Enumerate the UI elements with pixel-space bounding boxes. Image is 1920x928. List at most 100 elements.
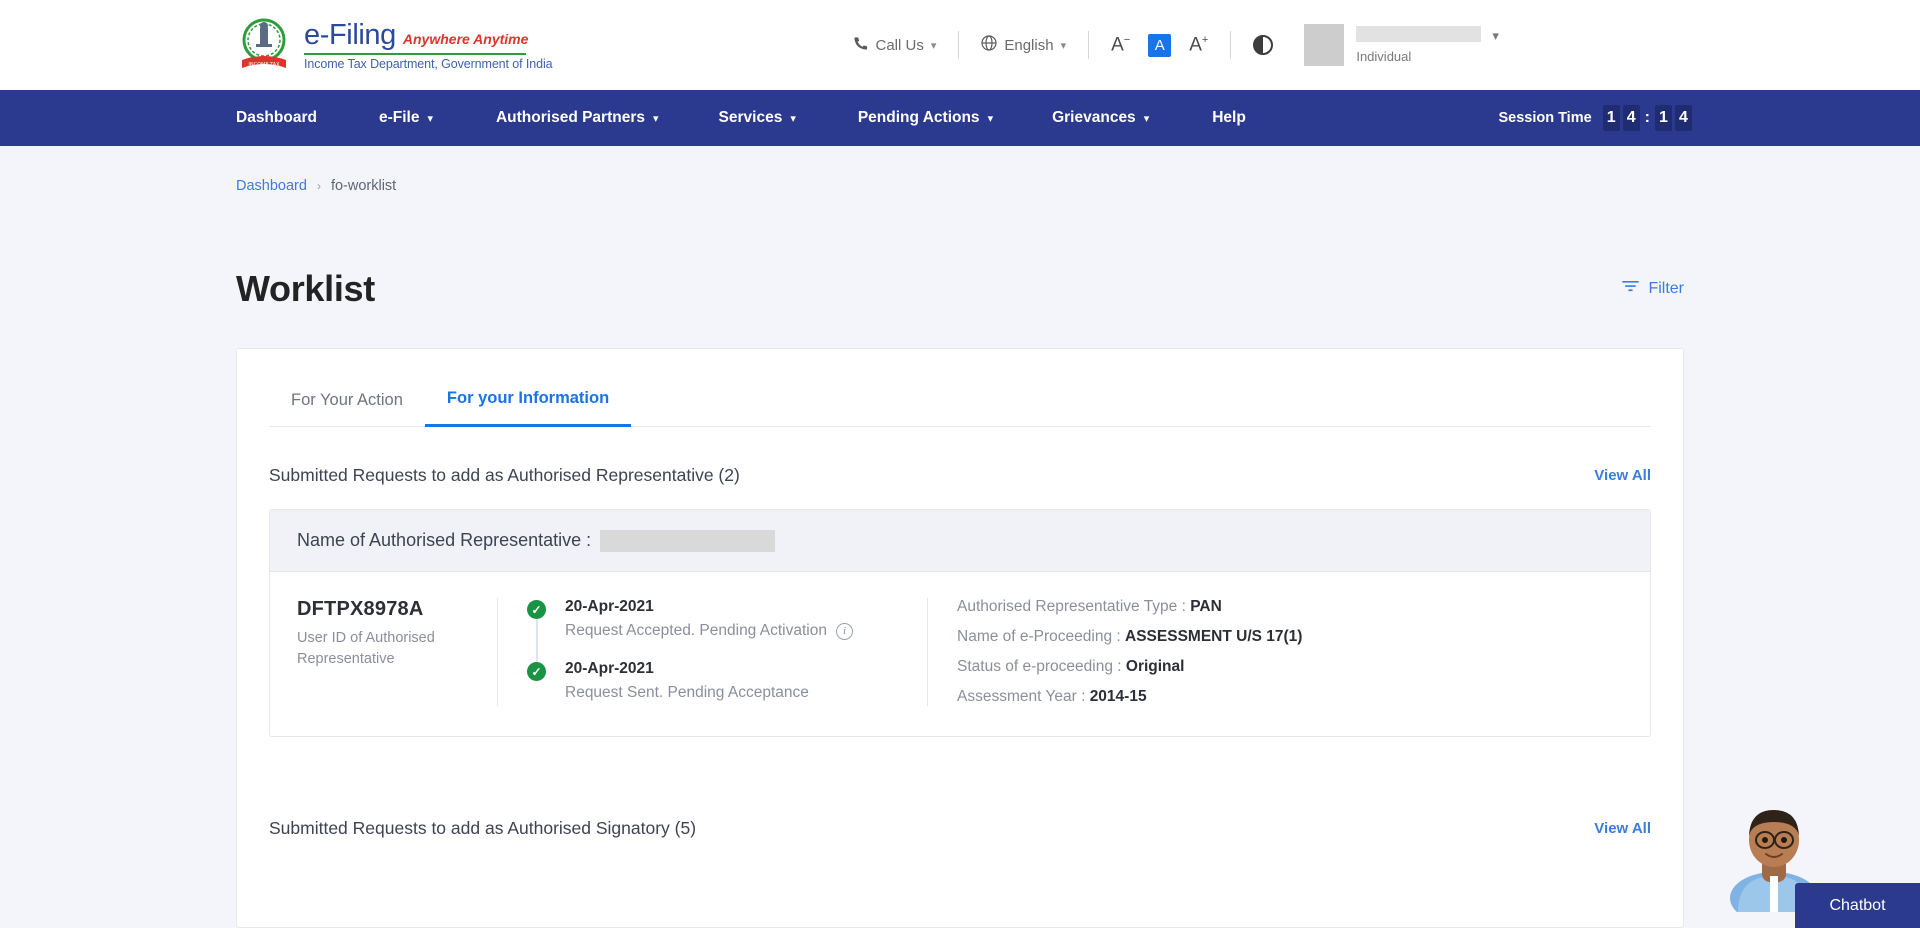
- contrast-toggle-icon[interactable]: [1253, 35, 1273, 55]
- user-profile-menu[interactable]: Individual ▾: [1304, 24, 1499, 66]
- detail-assessment-year: Assessment Year : 2014-15: [957, 688, 1623, 706]
- nav-item-grievances[interactable]: Grievances ▾: [1052, 109, 1149, 127]
- language-selector[interactable]: English ▾: [981, 35, 1066, 55]
- timeline-status-label: Request Accepted. Pending Activation: [565, 622, 827, 640]
- detail-eproceeding-status: Status of e-proceeding : Original: [957, 658, 1623, 676]
- info-icon[interactable]: i: [836, 623, 853, 640]
- nav-item-efile[interactable]: e-File ▾: [379, 109, 433, 127]
- avatar: [1304, 24, 1344, 66]
- timeline-item: ✓ 20-Apr-2021 Request Sent. Pending Acce…: [527, 660, 927, 702]
- timeline-item: ✓ 20-Apr-2021 Request Accepted. Pending …: [527, 598, 927, 640]
- call-us-label: Call Us: [875, 37, 923, 54]
- brand-text: e-Filing Anywhere Anytime Income Tax Dep…: [304, 19, 552, 71]
- user-id-column: DFTPX8978A User ID of Authorised Represe…: [297, 598, 497, 706]
- check-circle-icon: ✓: [527, 662, 546, 681]
- detail-value: 2014-15: [1090, 688, 1147, 705]
- detail-label: Authorised Representative Type :: [957, 598, 1186, 615]
- worklist-card: For Your Action For your Information Sub…: [236, 348, 1684, 928]
- font-normal-button[interactable]: A: [1148, 34, 1171, 57]
- nav-label: Services: [719, 109, 783, 127]
- view-all-representative[interactable]: View All: [1594, 467, 1651, 484]
- nav-item-dashboard[interactable]: Dashboard: [236, 109, 317, 127]
- request-card-header: Name of Authorised Representative :: [270, 510, 1650, 572]
- session-digits: 1 4 : 1 4: [1603, 105, 1692, 131]
- session-digit: 1: [1655, 105, 1672, 131]
- timeline-status-label: Request Sent. Pending Acceptance: [565, 684, 809, 702]
- session-digit: 4: [1675, 105, 1692, 131]
- filter-icon: [1622, 279, 1639, 299]
- chatbot-widget: Chatbot: [1724, 798, 1920, 928]
- timeline-date: 20-Apr-2021: [565, 598, 853, 616]
- status-timeline: ✓ 20-Apr-2021 Request Accepted. Pending …: [497, 598, 927, 706]
- worklist-tabs: For Your Action For your Information: [269, 349, 1651, 427]
- check-circle-icon: ✓: [527, 600, 546, 619]
- call-us-button[interactable]: Call Us ▾: [853, 36, 936, 55]
- page-title-row: Worklist Filter: [236, 268, 1684, 310]
- breadcrumb-home[interactable]: Dashboard: [236, 178, 307, 194]
- language-label: English: [1004, 37, 1053, 54]
- nav-item-services[interactable]: Services ▾: [719, 109, 796, 127]
- session-label: Session Time: [1498, 110, 1591, 126]
- breadcrumb-current: fo-worklist: [331, 178, 396, 194]
- filter-button[interactable]: Filter: [1622, 279, 1684, 299]
- user-id-value: DFTPX8978A: [297, 598, 481, 621]
- brand-divider: [304, 53, 526, 55]
- timeline-date: 20-Apr-2021: [565, 660, 809, 678]
- nav-label: Help: [1212, 109, 1246, 127]
- section-header-representative: Submitted Requests to add as Authorised …: [269, 427, 1651, 486]
- detail-value: ASSESSMENT U/S 17(1): [1125, 628, 1302, 645]
- nav-label: Grievances: [1052, 109, 1136, 127]
- filter-label: Filter: [1648, 280, 1684, 298]
- globe-icon: [981, 35, 997, 55]
- chevron-down-icon: ▾: [790, 112, 796, 125]
- chevron-down-icon: ▾: [1061, 39, 1067, 52]
- representative-name-redacted: [600, 530, 775, 552]
- section-title: Submitted Requests to add as Authorised …: [269, 465, 740, 486]
- chevron-down-icon: ▾: [427, 112, 433, 125]
- breadcrumb: Dashboard › fo-worklist: [236, 178, 396, 194]
- header-divider-1: [958, 31, 959, 59]
- chatbot-label: Chatbot: [1829, 897, 1885, 915]
- font-normal-label: A: [1155, 37, 1165, 54]
- chevron-down-icon: ▾: [1492, 28, 1499, 44]
- header-utilities: Call Us ▾ English ▾ A−: [853, 24, 1498, 66]
- top-header: INCOME TAX e-Filing Anywhere Anytime Inc…: [0, 0, 1920, 90]
- session-colon: :: [1645, 109, 1650, 127]
- phone-icon: [853, 36, 868, 55]
- font-decrease-label: A: [1111, 35, 1124, 56]
- font-decrease-button[interactable]: A−: [1111, 35, 1130, 54]
- nav-item-help[interactable]: Help: [1212, 109, 1246, 127]
- request-card-body: DFTPX8978A User ID of Authorised Represe…: [270, 572, 1650, 736]
- page-title: Worklist: [236, 268, 375, 310]
- representative-name-label: Name of Authorised Representative :: [297, 530, 591, 551]
- worklist-page: INCOME TAX e-Filing Anywhere Anytime Inc…: [0, 0, 1920, 928]
- svg-text:INCOME TAX: INCOME TAX: [248, 62, 280, 68]
- view-all-signatory[interactable]: View All: [1594, 820, 1651, 837]
- detail-label: Name of e-Proceeding :: [957, 628, 1121, 645]
- nav-items: Dashboard e-File ▾ Authorised Partners ▾…: [236, 109, 1246, 127]
- user-id-label: User ID of Authorised Representative: [297, 628, 481, 670]
- font-increase-button[interactable]: A+: [1189, 35, 1208, 54]
- section-title: Submitted Requests to add as Authorised …: [269, 818, 696, 839]
- breadcrumb-separator-icon: ›: [317, 179, 321, 193]
- session-digit: 1: [1603, 105, 1620, 131]
- tab-for-your-action[interactable]: For Your Action: [269, 391, 425, 426]
- site-logo[interactable]: INCOME TAX e-Filing Anywhere Anytime Inc…: [236, 16, 552, 74]
- nav-label: e-File: [379, 109, 419, 127]
- request-details-column: Authorised Representative Type : PAN Nam…: [927, 598, 1623, 706]
- font-size-controls: A− A A+: [1111, 34, 1208, 57]
- request-card: Name of Authorised Representative : DFTP…: [269, 509, 1651, 737]
- chatbot-button[interactable]: Chatbot: [1795, 883, 1920, 928]
- detail-value: Original: [1126, 658, 1185, 675]
- tab-for-your-information[interactable]: For your Information: [425, 389, 631, 427]
- nav-item-authorised-partners[interactable]: Authorised Partners ▾: [496, 109, 659, 127]
- user-role-label: Individual: [1356, 49, 1481, 64]
- chevron-down-icon: ▾: [1144, 112, 1150, 125]
- timeline-marker: ✓: [527, 600, 546, 619]
- nav-label: Pending Actions: [858, 109, 980, 127]
- session-timer: Session Time 1 4 : 1 4: [1498, 105, 1692, 131]
- detail-label: Assessment Year :: [957, 688, 1085, 705]
- chevron-down-icon: ▾: [988, 112, 994, 125]
- nav-item-pending-actions[interactable]: Pending Actions ▾: [858, 109, 993, 127]
- brand-department: Income Tax Department, Government of Ind…: [304, 57, 552, 71]
